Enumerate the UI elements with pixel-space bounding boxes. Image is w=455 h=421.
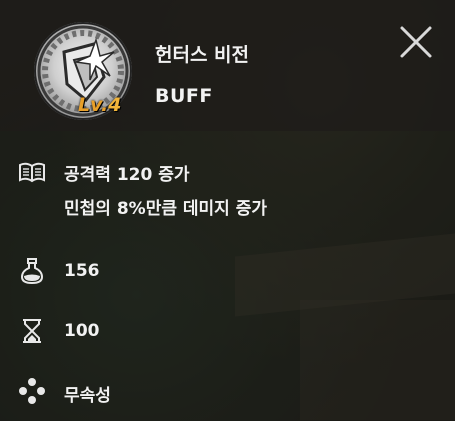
element-type: 무속성 — [64, 386, 111, 406]
book-icon — [19, 162, 45, 183]
mana-cost: 156 — [64, 261, 100, 281]
skill-type: BUFF — [155, 85, 213, 107]
skill-level: Lv.4 — [78, 94, 122, 116]
close-icon — [400, 26, 432, 58]
potion-icon — [20, 258, 44, 285]
effect-line-2: 민첩의 8%만큼 데미지 증가 — [64, 199, 268, 219]
skill-name: 헌터스 비전 — [155, 44, 250, 66]
tooltip-header: Lv.4 헌터스 비전 BUFF — [0, 0, 455, 131]
effect-line-1: 공격력 120 증가 — [64, 165, 190, 185]
duration: 100 — [64, 321, 100, 341]
hourglass-icon — [23, 319, 41, 343]
element-dots-icon — [19, 378, 45, 404]
close-button[interactable] — [396, 22, 436, 62]
